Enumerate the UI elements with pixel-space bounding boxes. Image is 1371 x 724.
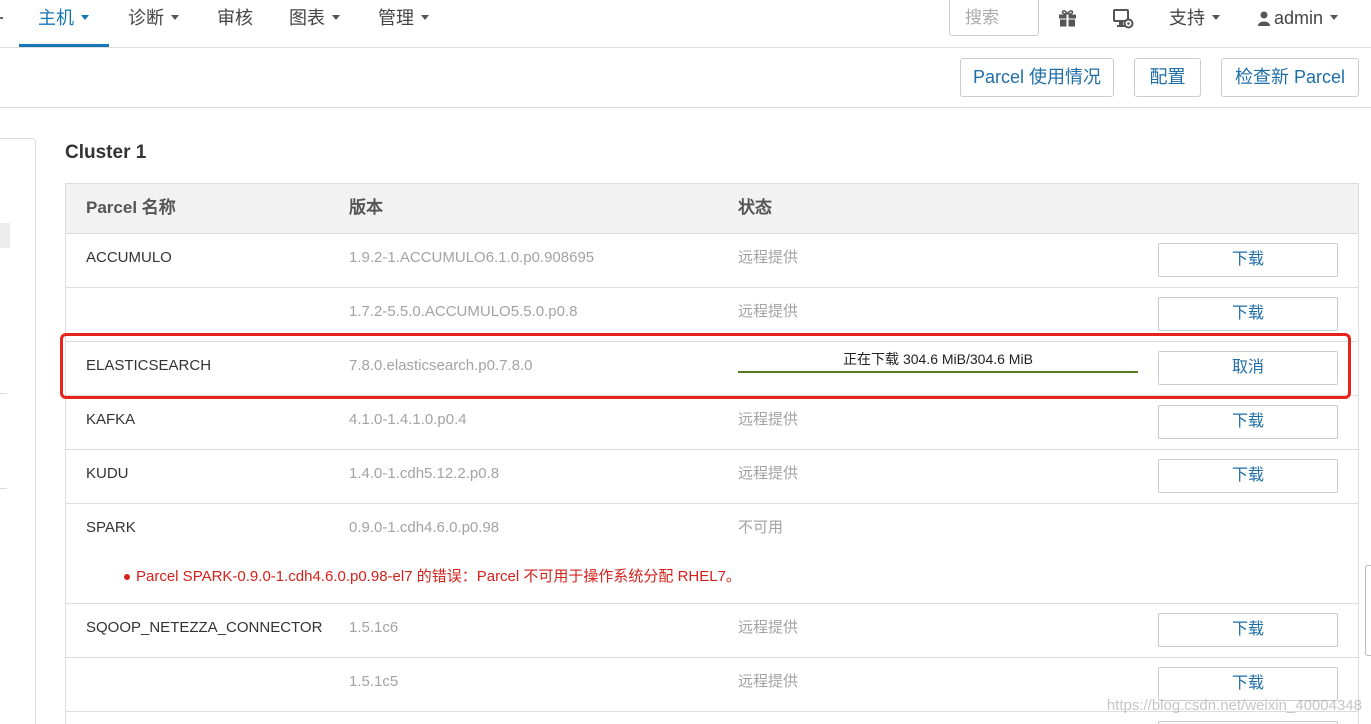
parcel-status: 不可用	[738, 519, 784, 536]
running-commands-button[interactable]	[1104, 0, 1142, 47]
top-navbar: 主机 诊断 审核 图表 管理 支持	[0, 0, 1371, 48]
divider	[0, 488, 7, 489]
nav-item-label: 管理	[378, 8, 414, 28]
parcel-version: 0.9.0-1.cdh4.6.0.p0.98	[349, 519, 500, 536]
parcel-status: 远程提供	[738, 303, 799, 320]
caret-down-icon	[1212, 14, 1220, 20]
active-tab-indicator	[19, 44, 109, 47]
caret-down-icon	[421, 14, 429, 20]
parcel-table: Parcel 名称 版本 状态 ACCUMULO 1.9.2-1.ACCUMUL…	[65, 183, 1359, 724]
user-icon	[1258, 11, 1270, 26]
parcel-name: ELASTICSEARCH	[86, 357, 212, 374]
parcel-version: 1.7.2-5.5.0.ACCUMULO5.5.0.p0.8	[349, 303, 578, 320]
parcel-usage-button[interactable]: Parcel 使用情况	[960, 58, 1114, 97]
scrollbar-thumb[interactable]	[1365, 565, 1371, 656]
table-row: ACCUMULO 1.9.2-1.ACCUMULO6.1.0.p0.908695…	[66, 234, 1358, 288]
monitor-gear-icon	[1112, 9, 1133, 29]
parcel-status: 远程提供	[738, 411, 799, 428]
parcel-version: 4.1.0-1.4.1.0.p0.4	[349, 411, 467, 428]
table-row	[66, 712, 1358, 724]
column-header-name: Parcel 名称	[86, 198, 176, 217]
parcel-status: 远程提供	[738, 673, 799, 690]
download-button[interactable]: 下载	[1158, 667, 1338, 701]
parcel-status: 远程提供	[738, 619, 799, 636]
sidebar	[0, 138, 36, 724]
nav-item-charts[interactable]: 图表	[270, 0, 359, 47]
nav-item-label: 审核	[217, 8, 253, 28]
table-header: Parcel 名称 版本 状态	[66, 184, 1358, 234]
download-button[interactable]: 下载	[1158, 459, 1338, 493]
download-button[interactable]: 下载	[1158, 243, 1338, 277]
download-button[interactable]: 下载	[1158, 405, 1338, 439]
nav-item-label: 诊断	[128, 8, 164, 28]
error-message: Parcel SPARK-0.9.0-1.cdh4.6.0.p0.98-el7 …	[136, 568, 741, 585]
support-menu[interactable]: 支持	[1150, 0, 1239, 47]
progress-track	[738, 371, 1138, 373]
caret-down-icon	[81, 14, 89, 20]
column-header-version: 版本	[349, 198, 383, 217]
support-label: 支持	[1169, 8, 1205, 28]
search-input[interactable]	[949, 0, 1039, 36]
parcel-version: 7.8.0.elasticsearch.p0.7.8.0	[349, 357, 533, 374]
user-menu[interactable]: admin	[1239, 0, 1357, 47]
parcel-name: SQOOP_NETEZZA_CONNECTOR	[86, 619, 323, 636]
table-row: KUDU 1.4.0-1.cdh5.12.2.p0.8 远程提供 下载	[66, 450, 1358, 504]
parcel-status: 远程提供	[738, 249, 799, 266]
caret-down-icon	[171, 14, 179, 20]
cancel-button[interactable]: 取消	[1158, 351, 1338, 385]
divider	[0, 107, 1371, 108]
parcels-button[interactable]	[1048, 0, 1086, 47]
table-row: 1.7.2-5.5.0.ACCUMULO5.5.0.p0.8 远程提供 下载	[66, 288, 1358, 342]
parcel-status: 远程提供	[738, 465, 799, 482]
progress-bar-fill	[738, 371, 1138, 373]
table-row: SQOOP_NETEZZA_CONNECTOR 1.5.1c6 远程提供 下载	[66, 604, 1358, 658]
parcel-version: 1.5.1c5	[349, 673, 399, 690]
nav-item-diagnostics[interactable]: 诊断	[109, 0, 198, 47]
progress-text: 正在下载 304.6 MiB/304.6 MiB	[843, 351, 1033, 367]
parcel-name: SPARK	[86, 519, 136, 536]
parcel-name: KUDU	[86, 465, 129, 482]
download-button[interactable]: 下载	[1158, 613, 1338, 647]
table-row: ELASTICSEARCH 7.8.0.elasticsearch.p0.7.8…	[66, 342, 1358, 396]
divider	[0, 393, 7, 394]
caret-down-icon	[332, 14, 340, 20]
nav-item-label: 图表	[289, 8, 325, 28]
download-progress: 正在下载 304.6 MiB/304.6 MiB	[738, 349, 1138, 375]
download-button[interactable]: 下载	[1158, 297, 1338, 331]
parcel-version: 1.4.0-1.cdh5.12.2.p0.8	[349, 465, 500, 482]
cluster-title: Cluster 1	[65, 142, 147, 163]
parcel-version: 1.9.2-1.ACCUMULO6.1.0.p0.908695	[349, 249, 595, 266]
configuration-button[interactable]: 配置	[1134, 58, 1201, 97]
check-new-parcels-button[interactable]: 检查新 Parcel	[1221, 58, 1359, 97]
table-row: KAFKA 4.1.0-1.4.1.0.p0.4 远程提供 下载	[66, 396, 1358, 450]
caret-down-icon	[1330, 14, 1339, 20]
gift-icon	[1058, 10, 1076, 27]
nav-item-hosts[interactable]: 主机	[19, 0, 108, 47]
caret-down-icon	[0, 17, 3, 19]
error-bullet-icon	[124, 574, 130, 580]
nav-item-audits[interactable]: 审核	[198, 0, 272, 47]
parcel-version: 1.5.1c6	[349, 619, 399, 636]
user-label: admin	[1274, 8, 1324, 28]
table-row: 1.5.1c5 远程提供 下载	[66, 658, 1358, 712]
parcel-name: KAFKA	[86, 411, 136, 428]
sidebar-item-selected[interactable]	[0, 223, 10, 248]
column-header-status: 状态	[738, 198, 772, 217]
nav-item-administration[interactable]: 管理	[359, 0, 448, 47]
nav-item-label: 主机	[38, 8, 74, 28]
table-row: SPARK 0.9.0-1.cdh4.6.0.p0.98 不可用 Parcel …	[66, 504, 1358, 604]
parcel-name: ACCUMULO	[86, 249, 172, 266]
